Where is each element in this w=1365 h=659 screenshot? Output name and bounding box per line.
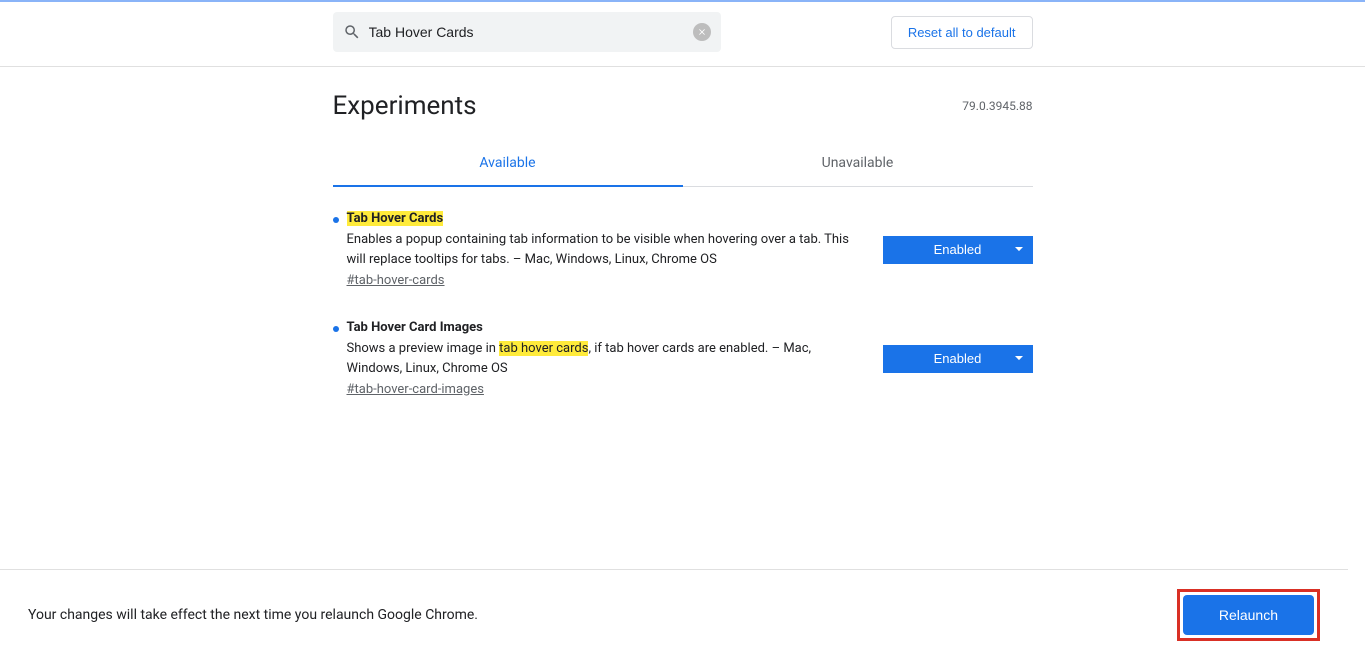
- reset-all-button[interactable]: Reset all to default: [891, 16, 1033, 49]
- footer-message: Your changes will take effect the next t…: [28, 607, 478, 623]
- flag-select-wrap: DefaultEnabledDisabled: [883, 236, 1033, 264]
- flag-item: Tab Hover Cards Enables a popup containin…: [333, 187, 1033, 296]
- modified-dot-icon: [333, 326, 339, 332]
- relaunch-highlight-box: Relaunch: [1177, 589, 1320, 641]
- tab-available[interactable]: Available: [333, 141, 683, 187]
- flag-state-select[interactable]: DefaultEnabledDisabled: [883, 236, 1033, 264]
- clear-search-button[interactable]: [693, 23, 711, 41]
- footer-bar: Your changes will take effect the next t…: [0, 569, 1348, 659]
- search-input[interactable]: [369, 24, 711, 40]
- flag-select-wrap: DefaultEnabledDisabled: [883, 345, 1033, 373]
- close-icon: [697, 27, 707, 37]
- main-content: Experiments 79.0.3945.88 Available Unava…: [333, 67, 1033, 405]
- flag-title: Tab Hover Cards: [347, 211, 444, 226]
- tab-unavailable[interactable]: Unavailable: [683, 141, 1033, 186]
- flag-description: Enables a popup containing tab informati…: [347, 230, 863, 269]
- flag-anchor-link[interactable]: #tab-hover-cards: [347, 273, 445, 288]
- flag-title: Tab Hover Card Images: [347, 320, 483, 335]
- flag-state-select[interactable]: DefaultEnabledDisabled: [883, 345, 1033, 373]
- flag-content: Tab Hover Cards Enables a popup containin…: [333, 211, 863, 288]
- version-label: 79.0.3945.88: [962, 99, 1032, 113]
- flag-desc-highlight: tab hover cards: [499, 341, 588, 356]
- search-box[interactable]: [333, 12, 721, 52]
- flag-anchor-link[interactable]: #tab-hover-card-images: [347, 382, 484, 397]
- flag-description: Shows a preview image in tab hover cards…: [347, 339, 863, 378]
- flag-desc-text: Shows a preview image in: [347, 341, 500, 356]
- modified-dot-icon: [333, 217, 339, 223]
- flag-item: Tab Hover Card Images Shows a preview ima…: [333, 296, 1033, 405]
- flag-content: Tab Hover Card Images Shows a preview ima…: [333, 320, 863, 397]
- flags-list: Tab Hover Cards Enables a popup containin…: [333, 187, 1033, 405]
- page-title: Experiments: [333, 91, 477, 121]
- search-icon: [343, 23, 361, 41]
- header-bar: Reset all to default: [0, 2, 1365, 67]
- flag-desc-text: Enables a popup containing tab informati…: [347, 232, 849, 267]
- relaunch-button[interactable]: Relaunch: [1183, 595, 1314, 635]
- tab-bar: Available Unavailable: [333, 141, 1033, 187]
